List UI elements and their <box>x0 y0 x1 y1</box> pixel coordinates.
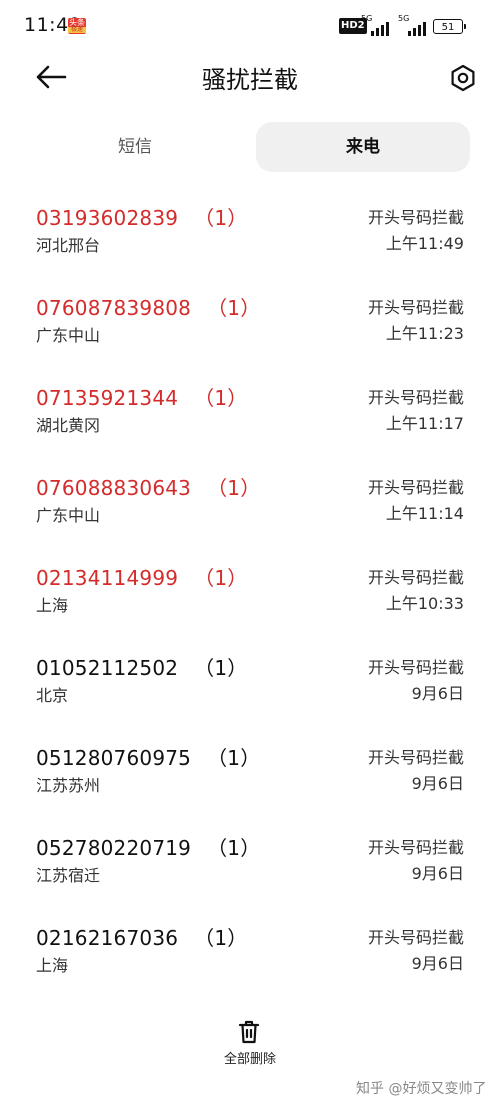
call-location: 广东中山 <box>36 506 101 525</box>
call-row[interactable]: 02134114999 （1） 上海 开头号码拦截 上午10:33 <box>0 550 500 640</box>
call-row[interactable]: 076087839808 （1） 广东中山 开头号码拦截 上午11:23 <box>0 280 500 370</box>
call-time: 9月6日 <box>411 684 464 703</box>
call-row[interactable]: 076088830643 （1） 广东中山 开头号码拦截 上午11:14 <box>0 460 500 550</box>
delete-all-button[interactable]: 全部删除 <box>200 1016 300 1072</box>
call-location: 广东中山 <box>36 326 101 345</box>
call-count: （1） <box>207 476 261 500</box>
phone-number: 076088830643 <box>36 476 192 500</box>
call-count: （1） <box>194 656 248 680</box>
app-badge-line2: 极速 <box>68 27 86 33</box>
phone-number: 051280760975 <box>36 746 192 770</box>
page-title: 骚扰拦截 <box>202 66 298 94</box>
tab-sms[interactable]: 短信 <box>28 122 242 172</box>
call-count: （1） <box>194 566 248 590</box>
call-time: 9月6日 <box>411 954 464 973</box>
block-reason: 开头号码拦截 <box>367 838 464 857</box>
call-time: 上午11:17 <box>385 414 464 433</box>
battery-icon: 51 <box>433 19 466 34</box>
call-row[interactable]: 02162167036 （1） 上海 开头号码拦截 9月6日 <box>0 910 500 1000</box>
segment-tabs: 短信 来电 <box>28 122 470 172</box>
block-reason: 开头号码拦截 <box>367 658 464 677</box>
app-notification-icon: 头条 极速 <box>68 18 86 34</box>
call-row[interactable]: 051280760975 （1） 江苏苏州 开头号码拦截 9月6日 <box>0 730 500 820</box>
call-location: 湖北黄冈 <box>36 416 101 435</box>
call-location: 江苏宿迁 <box>36 866 101 885</box>
call-location: 上海 <box>36 956 69 975</box>
settings-hexagon-icon <box>451 64 475 92</box>
call-number-line: 052780220719 （1） <box>36 832 260 861</box>
call-count: （1） <box>207 296 261 320</box>
call-time: 上午11:49 <box>385 234 464 253</box>
block-reason: 开头号码拦截 <box>367 928 464 947</box>
call-number-line: 076087839808 （1） <box>36 292 260 321</box>
delete-all-label: 全部删除 <box>223 1052 276 1067</box>
call-count: （1） <box>194 926 248 950</box>
call-location: 北京 <box>36 686 69 705</box>
block-reason: 开头号码拦截 <box>367 298 464 317</box>
call-number-line: 076088830643 （1） <box>36 472 260 501</box>
call-count: （1） <box>207 836 261 860</box>
top-app-bar: 骚扰拦截 <box>0 52 500 102</box>
call-location: 江苏苏州 <box>36 776 101 795</box>
call-number-line: 051280760975 （1） <box>36 742 260 771</box>
phone-number: 07135921344 <box>36 386 179 410</box>
call-time: 上午11:14 <box>385 504 464 523</box>
block-reason: 开头号码拦截 <box>367 388 464 407</box>
phone-number: 01052112502 <box>36 656 179 680</box>
call-time: 9月6日 <box>411 774 464 793</box>
battery-level: 51 <box>441 22 455 33</box>
trash-icon <box>238 1020 260 1044</box>
watermark-text: 知乎 @好烦又变帅了 <box>356 1081 487 1097</box>
call-number-line: 03193602839 （1） <box>36 202 248 231</box>
call-count: （1） <box>207 746 261 770</box>
block-reason: 开头号码拦截 <box>367 568 464 587</box>
call-location: 河北邢台 <box>36 236 101 255</box>
status-bar: 11:49 头条 极速 HD2 5G 5G 51 <box>0 0 500 52</box>
call-row[interactable]: 01052112502 （1） 北京 开头号码拦截 9月6日 <box>0 640 500 730</box>
call-number-line: 02162167036 （1） <box>36 922 248 951</box>
call-row[interactable]: 07135921344 （1） 湖北黄冈 开头号码拦截 上午11:17 <box>0 370 500 460</box>
settings-button[interactable] <box>449 64 477 92</box>
call-number-line: 02134114999 （1） <box>36 562 248 591</box>
call-number-line: 01052112502 （1） <box>36 652 248 681</box>
tab-calls[interactable]: 来电 <box>256 122 470 172</box>
block-reason: 开头号码拦截 <box>367 748 464 767</box>
phone-number: 02162167036 <box>36 926 179 950</box>
phone-number: 03193602839 <box>36 206 179 230</box>
call-location: 上海 <box>36 596 69 615</box>
call-time: 9月6日 <box>411 864 464 883</box>
phone-number: 076087839808 <box>36 296 192 320</box>
call-count: （1） <box>194 206 248 230</box>
call-row[interactable]: 03193602839 （1） 河北邢台 开头号码拦截 上午11:49 <box>0 190 500 280</box>
block-reason: 开头号码拦截 <box>367 208 464 227</box>
call-row[interactable]: 052780220719 （1） 江苏宿迁 开头号码拦截 9月6日 <box>0 820 500 910</box>
call-time: 上午11:23 <box>385 324 464 343</box>
call-time: 上午10:33 <box>385 594 464 613</box>
call-number-line: 07135921344 （1） <box>36 382 248 411</box>
call-count: （1） <box>194 386 248 410</box>
phone-number: 052780220719 <box>36 836 192 860</box>
block-reason: 开头号码拦截 <box>367 478 464 497</box>
phone-number: 02134114999 <box>36 566 179 590</box>
